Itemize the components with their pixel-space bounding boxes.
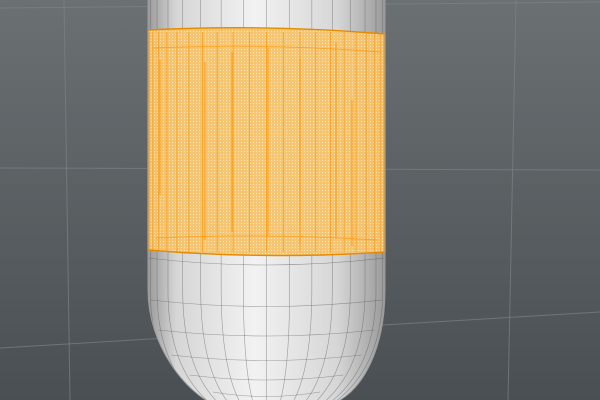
selected-faces[interactable] [147,27,386,257]
viewport-canvas[interactable] [0,0,600,400]
3d-viewport[interactable] [0,0,600,400]
capsule-mesh[interactable] [147,0,386,400]
